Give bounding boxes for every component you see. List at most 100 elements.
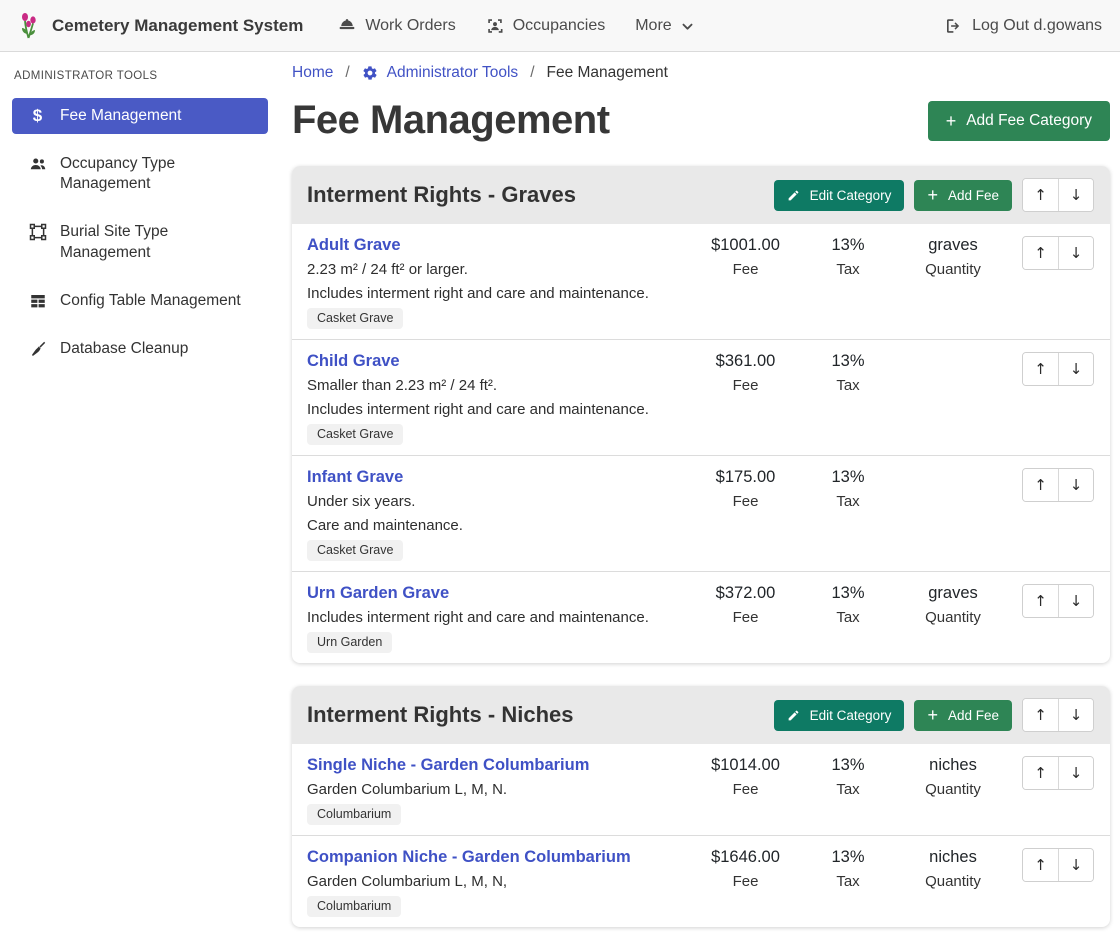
fee-main: Infant Grave Under six years.Care and ma… xyxy=(307,468,693,561)
fee-tax-label: Tax xyxy=(798,377,898,395)
arrow-down-icon: ↓ xyxy=(1070,476,1083,494)
arrow-down-icon: ↓ xyxy=(1070,360,1083,378)
move-fee-down-button[interactable]: ↓ xyxy=(1058,237,1093,269)
move-fee-down-button[interactable]: ↓ xyxy=(1058,849,1093,881)
edit-category-label: Edit Category xyxy=(810,188,892,203)
move-fee-down-button[interactable]: ↓ xyxy=(1058,353,1093,385)
fee-main: Companion Niche - Garden Columbarium Gar… xyxy=(307,848,693,917)
breadcrumb-home-link[interactable]: Home xyxy=(292,64,333,82)
fee-tax: 13% xyxy=(798,236,898,255)
fee-name-link[interactable]: Child Grave xyxy=(307,352,400,371)
fee-tag: Columbarium xyxy=(307,804,401,825)
breadcrumb-separator: / xyxy=(345,64,349,82)
fee-description: Garden Columbarium L, M, N. xyxy=(307,781,693,799)
table-icon xyxy=(28,292,47,310)
fee-name-link[interactable]: Companion Niche - Garden Columbarium xyxy=(307,848,631,867)
logout-label: Log Out d.gowans xyxy=(972,17,1102,35)
fee-tax: 13% xyxy=(798,584,898,603)
fee-tag: Casket Grave xyxy=(307,540,403,561)
add-fee-button[interactable]: + Add Fee xyxy=(914,180,1012,211)
fee-row: Adult Grave 2.23 m² / 24 ft² or larger.I… xyxy=(292,224,1110,339)
breadcrumb-admin-tools-link[interactable]: Administrator Tools xyxy=(362,64,519,82)
sidebar-item-fee-management[interactable]: $Fee Management xyxy=(12,98,268,134)
logout-button[interactable]: Log Out d.gowans xyxy=(942,9,1104,43)
fee-amount-stack: $1646.00 Fee xyxy=(693,848,798,891)
move-fee-up-button[interactable]: ↑ xyxy=(1023,585,1058,617)
fee-amount-stack: $1001.00 Fee xyxy=(693,236,798,279)
breadcrumb-current: Fee Management xyxy=(547,64,669,82)
fee-tag: Urn Garden xyxy=(307,632,392,653)
fee-tax-label: Tax xyxy=(798,609,898,627)
move-fee-up-button[interactable]: ↑ xyxy=(1023,353,1058,385)
move-fee-up-button[interactable]: ↑ xyxy=(1023,237,1058,269)
fee-tag: Columbarium xyxy=(307,896,401,917)
sidebar-item-occupancy-type-management[interactable]: Occupancy Type Management xyxy=(12,146,268,202)
nav-item-work-orders[interactable]: Work Orders xyxy=(323,9,470,43)
move-fee-down-button[interactable]: ↓ xyxy=(1058,757,1093,789)
move-fee-down-button[interactable]: ↓ xyxy=(1058,585,1093,617)
fee-amount: $1001.00 xyxy=(693,236,798,255)
brand-link[interactable]: Cemetery Management System xyxy=(16,11,303,41)
add-fee-button[interactable]: + Add Fee xyxy=(914,700,1012,731)
broom-icon xyxy=(28,340,47,358)
page-title: Fee Management xyxy=(292,98,610,143)
arrow-down-icon: ↓ xyxy=(1070,706,1083,724)
pencil-icon xyxy=(787,709,800,722)
plus-icon: + xyxy=(946,114,957,128)
sidebar-item-burial-site-type-management[interactable]: Burial Site Type Management xyxy=(12,214,268,270)
fee-name-link[interactable]: Single Niche - Garden Columbarium xyxy=(307,756,589,775)
edit-category-button[interactable]: Edit Category xyxy=(774,180,905,211)
fee-reorder-group: ↑ ↓ xyxy=(1022,468,1094,502)
sidebar-item-label: Database Cleanup xyxy=(60,339,188,359)
arrow-down-icon: ↓ xyxy=(1070,186,1083,204)
move-fee-up-button[interactable]: ↑ xyxy=(1023,757,1058,789)
fee-category-card: Interment Rights - Niches Edit Category … xyxy=(292,686,1110,927)
fee-main: Single Niche - Garden Columbarium Garden… xyxy=(307,756,693,825)
fee-row: Child Grave Smaller than 2.23 m² / 24 ft… xyxy=(292,339,1110,455)
sidebar-item-database-cleanup[interactable]: Database Cleanup xyxy=(12,331,268,367)
fee-amount-label: Fee xyxy=(693,781,798,799)
category-actions: Edit Category + Add Fee ↑ ↓ xyxy=(774,698,1094,732)
fee-name-link[interactable]: Infant Grave xyxy=(307,468,403,487)
fee-name-link[interactable]: Adult Grave xyxy=(307,236,401,255)
fee-tag: Casket Grave xyxy=(307,308,403,329)
sidebar-item-config-table-management[interactable]: Config Table Management xyxy=(12,283,268,319)
move-fee-up-button[interactable]: ↑ xyxy=(1023,849,1058,881)
move-fee-up-button[interactable]: ↑ xyxy=(1023,469,1058,501)
fee-amount-stack: $175.00 Fee xyxy=(693,468,798,511)
add-fee-category-button[interactable]: + Add Fee Category xyxy=(928,101,1110,141)
fee-quantity-stack: niches Quantity xyxy=(898,756,1008,799)
fee-tax-label: Tax xyxy=(798,261,898,279)
fee-description: Includes interment right and care and ma… xyxy=(307,609,693,627)
breadcrumb: Home / Administrator Tools / Fee Managem… xyxy=(292,62,1110,82)
fee-quantity-label: Quantity xyxy=(898,873,1008,891)
fee-amount-label: Fee xyxy=(693,873,798,891)
nav-item-more[interactable]: More xyxy=(620,9,708,43)
category-reorder-group: ↑ ↓ xyxy=(1022,178,1094,212)
fee-amount-stack: $361.00 Fee xyxy=(693,352,798,395)
sidebar-heading: ADMINISTRATOR TOOLS xyxy=(14,70,268,82)
edit-category-button[interactable]: Edit Category xyxy=(774,700,905,731)
fee-tax-stack: 13% Tax xyxy=(798,756,898,799)
add-fee-label: Add Fee xyxy=(948,188,999,203)
fee-name-link[interactable]: Urn Garden Grave xyxy=(307,584,449,603)
move-fee-down-button[interactable]: ↓ xyxy=(1058,469,1093,501)
plus-icon: + xyxy=(927,188,938,202)
fee-quantity: graves xyxy=(898,236,1008,255)
sidebar-item-label: Config Table Management xyxy=(60,291,241,311)
nav-item-occupancies[interactable]: Occupancies xyxy=(471,9,621,43)
arrow-up-icon: ↑ xyxy=(1034,592,1047,610)
move-category-up-button[interactable]: ↑ xyxy=(1023,179,1058,211)
fee-main: Urn Garden Grave Includes interment righ… xyxy=(307,584,693,653)
chevron-down-icon xyxy=(681,18,694,33)
move-category-down-button[interactable]: ↓ xyxy=(1058,179,1093,211)
page-header: Fee Management + Add Fee Category xyxy=(292,98,1110,143)
arrow-down-icon: ↓ xyxy=(1070,592,1083,610)
category-header: Interment Rights - Niches Edit Category … xyxy=(292,686,1110,744)
fee-amount: $361.00 xyxy=(693,352,798,371)
fee-descriptions: Garden Columbarium L, M, N, xyxy=(307,873,693,891)
move-category-up-button[interactable]: ↑ xyxy=(1023,699,1058,731)
fee-amount-label: Fee xyxy=(693,377,798,395)
arrow-up-icon: ↑ xyxy=(1034,360,1047,378)
move-category-down-button[interactable]: ↓ xyxy=(1058,699,1093,731)
